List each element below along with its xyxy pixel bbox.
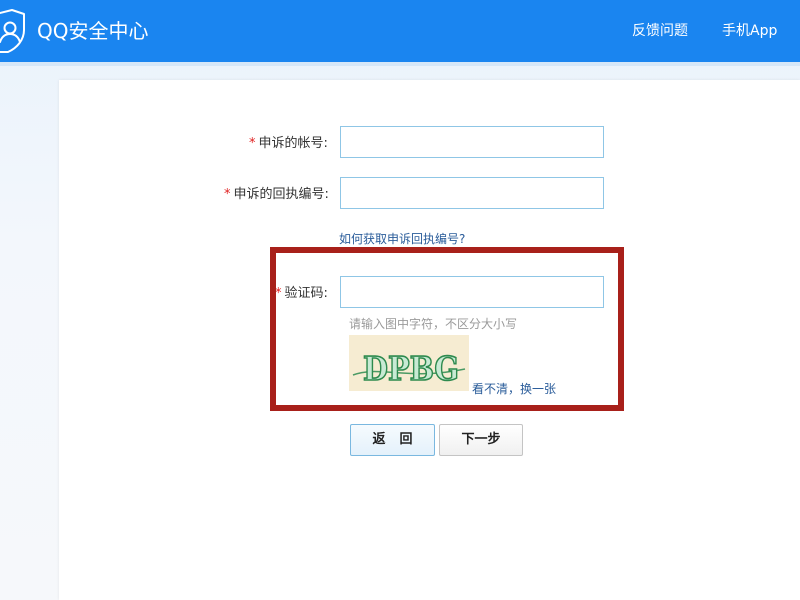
nav-feedback-link[interactable]: 反馈问题 bbox=[632, 22, 688, 40]
receipt-number-label: * 申诉的回执编号: bbox=[224, 186, 329, 204]
required-mark: * bbox=[249, 136, 256, 151]
captcha-image[interactable]: DPBG bbox=[349, 335, 469, 391]
captcha-text: DPBG bbox=[363, 349, 459, 388]
receipt-number-label-text: 申诉的回执编号: bbox=[233, 187, 329, 202]
app-title: QQ安全中心 bbox=[37, 19, 149, 43]
captcha-graphic: DPBG bbox=[349, 335, 469, 391]
receipt-number-input[interactable] bbox=[340, 177, 604, 209]
required-mark: * bbox=[224, 187, 231, 202]
captcha-refresh-link[interactable]: 看不清，换一张 bbox=[472, 381, 556, 397]
receipt-help-link[interactable]: 如何获取申诉回执编号? bbox=[339, 231, 465, 247]
required-mark: * bbox=[275, 286, 282, 301]
captcha-label-text: 验证码: bbox=[284, 286, 328, 301]
account-input[interactable] bbox=[340, 126, 604, 158]
captcha-label: * 验证码: bbox=[275, 285, 328, 303]
nav-mobile-app-link[interactable]: 手机App bbox=[722, 22, 777, 40]
account-label: * 申诉的帐号: bbox=[249, 135, 328, 153]
shield-user-icon bbox=[0, 9, 25, 53]
page: QQ安全中心 反馈问题 手机App * 申诉的帐号: * 申诉的回执编号: 如何获取… bbox=[0, 0, 800, 600]
back-button[interactable]: 返回 bbox=[350, 424, 435, 456]
next-step-button[interactable]: 下一步 bbox=[439, 424, 523, 456]
header-divider bbox=[0, 62, 800, 66]
top-header: QQ安全中心 反馈问题 手机App bbox=[0, 0, 800, 62]
captcha-input[interactable] bbox=[340, 276, 604, 308]
account-label-text: 申诉的帐号: bbox=[258, 136, 328, 151]
captcha-hint: 请输入图中字符，不区分大小写 bbox=[349, 317, 518, 331]
